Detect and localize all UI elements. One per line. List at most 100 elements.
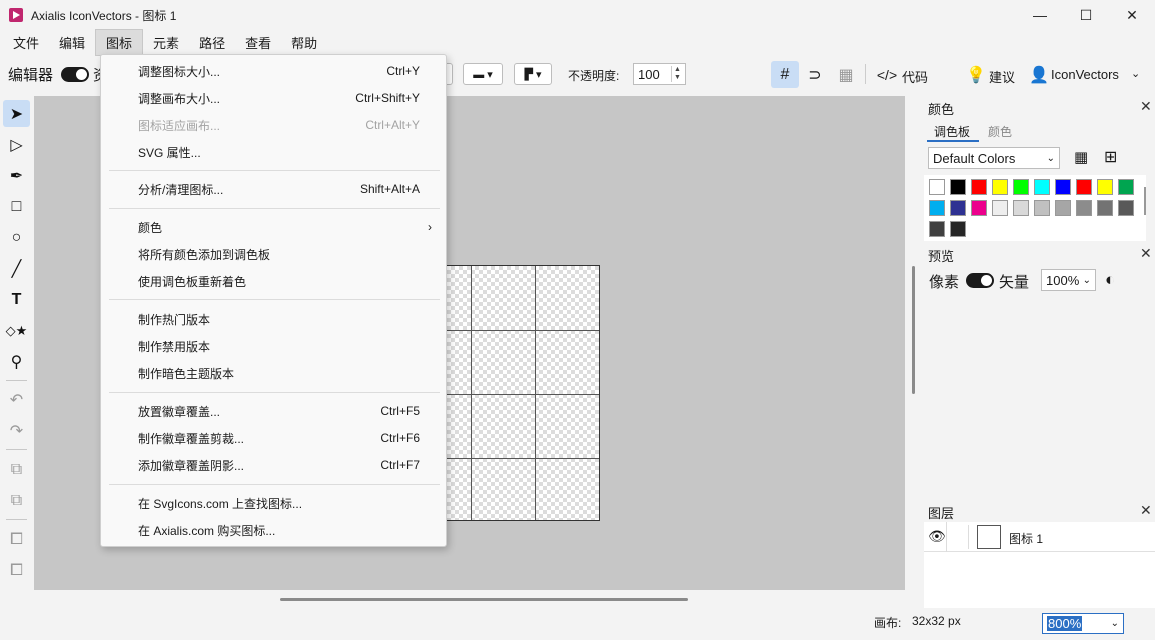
menu-place-badge-overlay[interactable]: 放置徽章覆盖... Ctrl+F5: [101, 399, 446, 423]
menu-recolor-with-palette[interactable]: 使用调色板重新着色: [101, 269, 446, 293]
editor-toggle[interactable]: [61, 67, 89, 82]
color-swatch[interactable]: [1034, 200, 1050, 216]
select-tool-icon[interactable]: ➤: [3, 100, 30, 127]
menu-make-badge-clip[interactable]: 制作徽章覆盖剪裁... Ctrl+F6: [101, 426, 446, 450]
menu-add-colors-to-palette[interactable]: 将所有颜色添加到调色板: [101, 242, 446, 266]
lightbulb-icon[interactable]: 💡: [962, 61, 990, 88]
add-palette-icon[interactable]: ⊞: [1104, 147, 1117, 167]
color-swatch[interactable]: [1013, 179, 1029, 195]
menu-path[interactable]: 路径: [189, 30, 235, 55]
horizontal-scrollbar[interactable]: [280, 598, 688, 601]
palette-view-icon[interactable]: ▦: [1074, 148, 1088, 166]
color-swatch[interactable]: [1118, 179, 1134, 195]
color-swatch[interactable]: [992, 179, 1008, 195]
redo-icon[interactable]: ↷: [3, 417, 30, 444]
colors-panel-close-icon[interactable]: ✕: [1140, 98, 1152, 115]
code-icon[interactable]: </>: [872, 61, 902, 88]
account-label[interactable]: IconVectors: [1051, 67, 1119, 82]
color-swatch[interactable]: [929, 179, 945, 195]
grid-icon[interactable]: #: [771, 61, 799, 88]
menu-view[interactable]: 查看: [235, 30, 281, 55]
menu-analyze-clean[interactable]: 分析/清理图标... Shift+Alt+A: [101, 177, 446, 201]
color-swatch[interactable]: [1118, 200, 1134, 216]
send-backward-icon[interactable]: ⧉: [3, 487, 30, 514]
direct-select-tool-icon[interactable]: ▷: [3, 131, 30, 158]
menu-separator: [109, 484, 440, 485]
vertical-scrollbar[interactable]: [912, 266, 915, 394]
palette-select[interactable]: Default Colors ⌄: [928, 147, 1060, 169]
color-swatch[interactable]: [1013, 200, 1029, 216]
color-swatch[interactable]: [1034, 179, 1050, 195]
ellipse-tool-icon[interactable]: ○: [3, 224, 30, 251]
preview-zoom-select[interactable]: 100% ⌄: [1041, 269, 1096, 291]
color-swatch[interactable]: [971, 200, 987, 216]
menu-add-badge-shadow[interactable]: 添加徽章覆盖阴影... Ctrl+F7: [101, 453, 446, 477]
suggest-label[interactable]: 建议: [989, 67, 1015, 86]
snap-icon[interactable]: ⊃: [801, 61, 829, 88]
menu-icon[interactable]: 图标: [95, 28, 144, 56]
stroke-style-dropdown[interactable]: ▬ ▾: [463, 63, 503, 85]
layer-divider: [946, 522, 947, 552]
pen-tool-icon[interactable]: ✒: [3, 162, 30, 189]
menu-resize-icon[interactable]: 调整图标大小... Ctrl+Y: [101, 59, 446, 83]
color-swatch[interactable]: [1055, 179, 1071, 195]
canvas-size-label: 画布:: [874, 616, 902, 630]
color-swatch[interactable]: [929, 200, 945, 216]
bring-forward-icon[interactable]: ⧉: [3, 456, 30, 483]
bring-to-front-icon[interactable]: ⧠: [3, 526, 30, 553]
color-swatch[interactable]: [950, 221, 966, 237]
zoom-tool-icon[interactable]: ⚲: [3, 348, 30, 375]
color-swatch[interactable]: [1055, 200, 1071, 216]
color-swatch[interactable]: [1076, 179, 1092, 195]
color-swatch[interactable]: [929, 221, 945, 237]
preview-panel-close-icon[interactable]: ✕: [1140, 245, 1152, 262]
menu-help[interactable]: 帮助: [281, 30, 327, 55]
menu-edit[interactable]: 编辑: [49, 30, 95, 55]
user-icon[interactable]: 👤: [1025, 61, 1053, 88]
menu-fit-to-canvas[interactable]: 图标适应画布... Ctrl+Alt+Y: [101, 113, 446, 137]
menu-elements[interactable]: 元素: [143, 30, 189, 55]
pixel-vector-toggle[interactable]: [966, 273, 994, 288]
opacity-label: 不透明度:: [568, 69, 620, 83]
menu-find-on-svgicons[interactable]: 在 SvgIcons.com 上查找图标...: [101, 491, 446, 515]
contrast-icon[interactable]: ◐: [1105, 270, 1115, 290]
menu-make-disabled-version[interactable]: 制作禁用版本: [101, 334, 446, 358]
pixel-grid-icon[interactable]: ▦: [832, 61, 860, 88]
shapes-tool-icon[interactable]: ◇★: [3, 317, 30, 344]
undo-icon[interactable]: ↶: [3, 386, 30, 413]
text-tool-icon[interactable]: T: [3, 286, 30, 313]
tab-palette[interactable]: 调色板: [934, 123, 970, 140]
menu-make-dark-theme-version[interactable]: 制作暗色主题版本: [101, 361, 446, 385]
color-swatch[interactable]: [992, 200, 1008, 216]
send-to-back-icon[interactable]: ⧠: [3, 557, 30, 584]
eye-icon[interactable]: 👁: [928, 528, 946, 545]
swatch-scrollbar[interactable]: [1144, 187, 1146, 215]
color-swatch[interactable]: [971, 179, 987, 195]
minimize-button[interactable]: —: [1017, 0, 1063, 30]
menu-file[interactable]: 文件: [3, 30, 49, 55]
tab-colors[interactable]: 颜色: [988, 123, 1012, 140]
opacity-stepper[interactable]: ▲ ▼: [671, 66, 683, 82]
line-tool-icon[interactable]: ╱: [3, 255, 30, 282]
menu-buy-on-axialis[interactable]: 在 Axialis.com 购买图标...: [101, 518, 446, 542]
account-chevron-icon[interactable]: ⌄: [1131, 67, 1140, 80]
layers-panel-close-icon[interactable]: ✕: [1140, 502, 1152, 519]
rectangle-tool-icon[interactable]: □: [3, 193, 30, 220]
tool-palette: ➤ ▷ ✒ □ ○ ╱ T ◇★ ⚲ ↶ ↷ ⧉ ⧉ ⧠ ⧠: [0, 96, 33, 590]
menu-svg-properties[interactable]: SVG 属性...: [101, 140, 446, 164]
menu-resize-canvas[interactable]: 调整画布大小... Ctrl+Shift+Y: [101, 86, 446, 110]
color-swatch[interactable]: [1097, 200, 1113, 216]
opacity-input[interactable]: 100 ▲ ▼: [633, 63, 686, 85]
zoom-select[interactable]: 800% ⌄: [1042, 613, 1124, 634]
color-swatch[interactable]: [1076, 200, 1092, 216]
color-swatch[interactable]: [950, 200, 966, 216]
menu-make-hot-version[interactable]: 制作热门版本: [101, 307, 446, 331]
layer-row[interactable]: 👁 图标 1: [924, 522, 1155, 552]
color-swatch[interactable]: [1097, 179, 1113, 195]
line-join-dropdown[interactable]: ▛ ▾: [514, 63, 552, 85]
menu-colors[interactable]: 颜色 ›: [101, 215, 446, 239]
close-button[interactable]: ✕: [1109, 0, 1155, 30]
color-swatch[interactable]: [950, 179, 966, 195]
code-label[interactable]: 代码: [902, 67, 928, 86]
maximize-button[interactable]: ☐: [1063, 0, 1109, 30]
